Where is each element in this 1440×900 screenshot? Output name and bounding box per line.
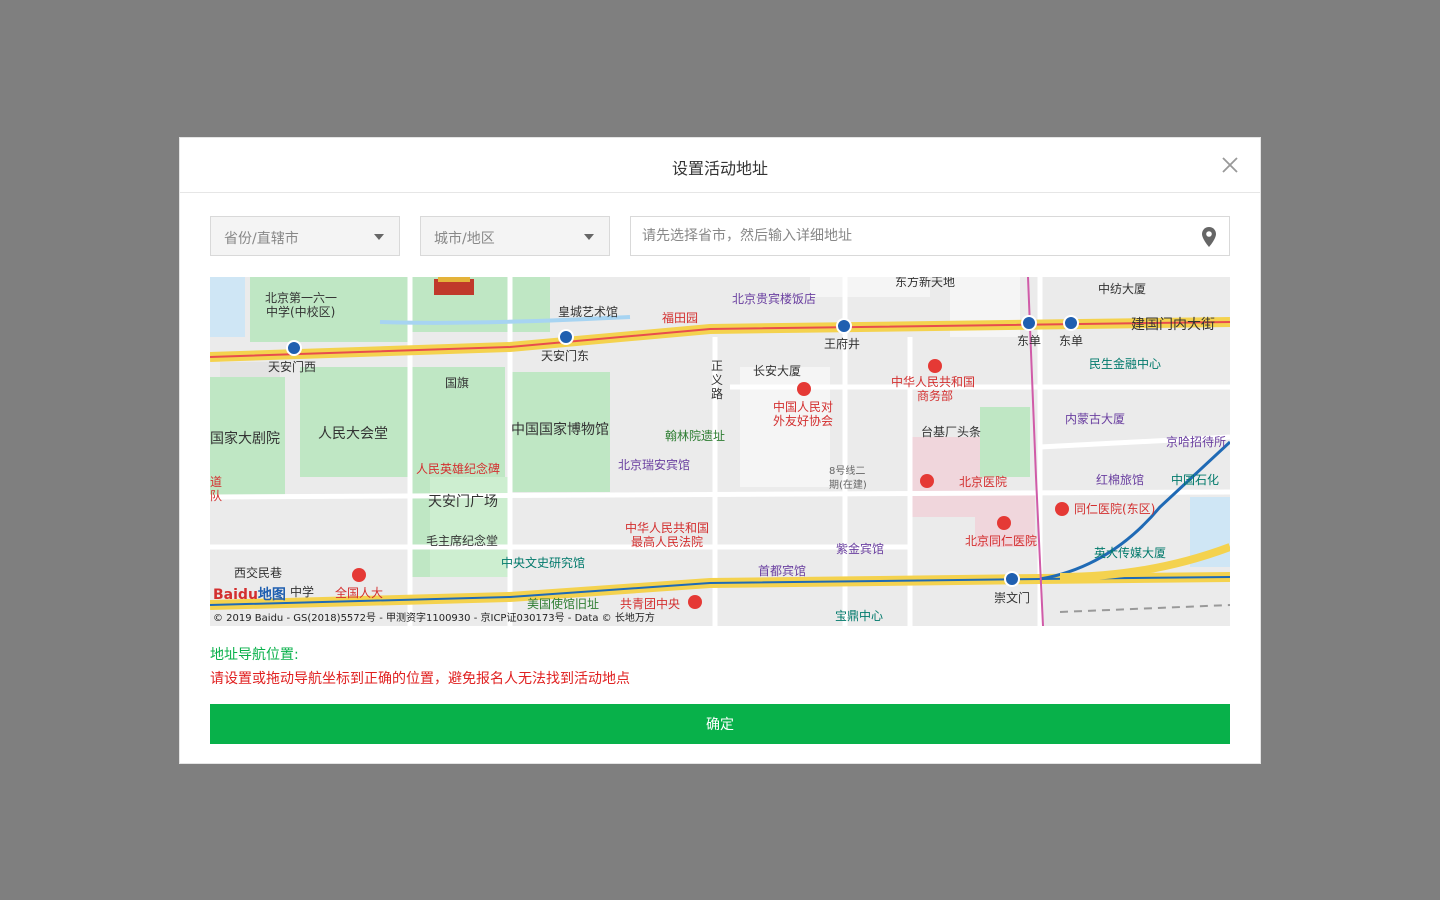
- caret-down-icon: [584, 234, 594, 240]
- map-label: 长安大厦: [753, 364, 802, 378]
- map-label: 北京医院: [959, 475, 1008, 489]
- map-label: 中华人民共和国: [891, 375, 976, 389]
- map-label: 东单: [1059, 334, 1084, 348]
- map-label: 台基厂头条: [921, 425, 982, 439]
- map-label: 同仁医院(东区): [1074, 502, 1156, 516]
- nav-position-warning: 请设置或拖动导航坐标到正确的位置，避免报名人无法找到活动地点: [210, 671, 630, 687]
- map-label: 中纺大厦: [1098, 282, 1147, 296]
- map-label: 东单: [1017, 334, 1042, 348]
- map-label: 建国门内大街: [1131, 317, 1215, 333]
- province-select[interactable]: 省份/直辖市: [210, 216, 400, 256]
- metro-station-icon: [286, 340, 302, 356]
- map-label: 福田园: [662, 311, 699, 325]
- map-label: 民生金融中心: [1089, 357, 1162, 371]
- map-label: 正 义 路: [711, 359, 724, 401]
- baidu-logo: Baidu地图: [213, 584, 286, 604]
- address-field: [630, 216, 1230, 256]
- metro-station-icon: [1063, 315, 1079, 331]
- map-label: 中华人民共和国: [625, 521, 710, 535]
- dialog-header: 设置活动地址: [180, 138, 1260, 193]
- baidu-logo-map: 地图: [257, 587, 286, 603]
- map-label: 西交民巷: [234, 566, 283, 580]
- map-label: 首都宾馆: [758, 564, 807, 578]
- map-label: 中国石化: [1171, 473, 1220, 487]
- map-label: 人民英雄纪念碑: [416, 462, 501, 476]
- map-label: 北京同仁医院: [965, 534, 1038, 548]
- city-select[interactable]: 城市/地区: [420, 216, 610, 256]
- metro-station-icon: [836, 318, 852, 334]
- map-label: 外友好协会: [773, 414, 834, 428]
- map-label: 紫金宾馆: [836, 542, 885, 556]
- map-label: 王府井: [824, 337, 861, 351]
- star-icon: [688, 595, 702, 609]
- map-copyright: © 2019 Baidu - GS(2018)5572号 - 甲测资字11009…: [213, 613, 655, 624]
- map-label: 天安门广场: [428, 494, 498, 510]
- map-label: 国家大剧院: [210, 431, 280, 447]
- map-label: 天安门东: [541, 349, 590, 363]
- map-label: 中央文史研究馆: [501, 556, 586, 570]
- map-label: 英大传媒大厦: [1094, 546, 1167, 560]
- map-label: 人民大会堂: [318, 426, 388, 442]
- close-button[interactable]: [1220, 155, 1240, 175]
- hospital-icon: [920, 474, 934, 488]
- map-label: 队: [210, 489, 223, 503]
- province-select-value: 省份/直辖市: [224, 231, 299, 247]
- map-label: 东方新天地: [895, 277, 956, 289]
- location-pin-icon[interactable]: [1202, 227, 1216, 247]
- map-label: 道: [210, 475, 223, 489]
- map-label: 商务部: [917, 389, 954, 403]
- star-icon: [797, 382, 811, 396]
- map-label: 北京瑞安宾馆: [618, 458, 691, 472]
- nav-position-title: 地址导航位置:: [210, 647, 299, 663]
- set-address-dialog: 设置活动地址 省份/直辖市 城市/地区 请先选择省市，然后输入详细地址 东方新天…: [179, 137, 1261, 764]
- caret-down-icon: [374, 234, 384, 240]
- dialog-title: 设置活动地址: [671, 159, 768, 178]
- map-label: 宝鼎中心: [835, 609, 884, 623]
- city-select-value: 城市/地区: [434, 231, 495, 247]
- hospital-icon: [997, 516, 1011, 530]
- metro-station-icon: [558, 329, 574, 345]
- metro-station-icon: [1004, 571, 1020, 587]
- map-label: 毛主席纪念堂: [426, 534, 499, 548]
- map-label: 北京贵宾楼饭店: [732, 292, 817, 306]
- map-label: 全国人大: [335, 586, 384, 600]
- map-label: 翰林院遗址: [665, 429, 726, 443]
- star-icon: [352, 568, 366, 582]
- map-label: 中学: [290, 585, 315, 599]
- map-label: 中国国家博物馆: [511, 422, 609, 438]
- map-label: 国旗: [445, 376, 470, 390]
- map-label: 红棉旅馆: [1096, 473, 1145, 487]
- confirm-button[interactable]: 确定: [210, 704, 1230, 744]
- map-label: 皇城艺术馆: [558, 305, 619, 319]
- map-label: 8号线二 期(在建): [829, 466, 867, 491]
- map-label: 天安门西: [268, 360, 317, 374]
- map-label: 最高人民法院: [631, 535, 704, 549]
- map-label: 北京第一六一: [265, 291, 338, 305]
- map-label: 中国人民对: [773, 400, 834, 414]
- map-label: 崇文门: [994, 591, 1031, 605]
- metro-station-icon: [1021, 315, 1037, 331]
- map-label: 中学(中校区): [266, 305, 336, 319]
- map-label: 京哈招待所: [1166, 435, 1227, 449]
- hospital-icon: [1055, 502, 1069, 516]
- close-icon: [1222, 157, 1238, 173]
- map-view[interactable]: 东方新天地 中纺大厦 北京第一六一 中学(中校区) 皇城艺术馆 北京贵宾楼饭店 …: [210, 277, 1230, 626]
- baidu-logo-text: Baidu: [213, 587, 258, 603]
- star-icon: [928, 359, 942, 373]
- map-label: 内蒙古大厦: [1065, 412, 1126, 426]
- address-input[interactable]: [631, 217, 1202, 255]
- address-form-row: 省份/直辖市 城市/地区: [210, 216, 1230, 256]
